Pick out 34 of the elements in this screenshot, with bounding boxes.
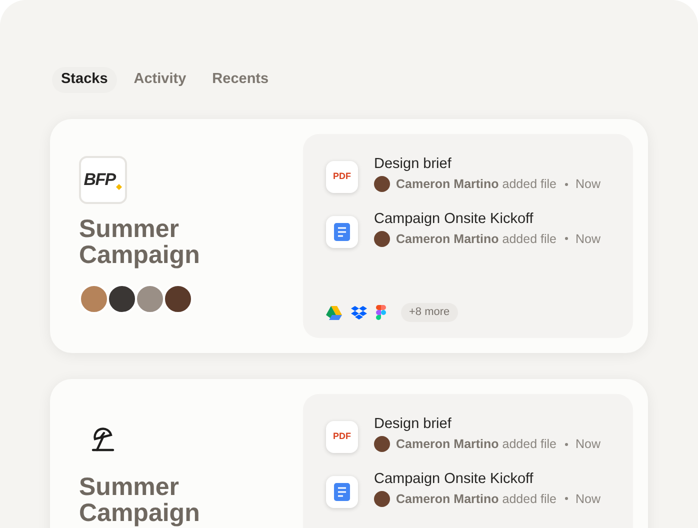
avatar <box>374 230 390 247</box>
file-name: Design brief <box>374 154 452 173</box>
more-badge[interactable]: +8 more <box>401 303 458 322</box>
activity-text: Cameron Martino added file <box>396 490 556 508</box>
figma-icon <box>376 305 386 320</box>
file-name: Design brief <box>374 414 452 433</box>
tab[interactable]: Stacks <box>52 67 117 93</box>
time-text: Now <box>576 436 601 453</box>
activity-text: Cameron Martino added file <box>396 230 556 248</box>
document-icon <box>334 222 350 240</box>
avatar <box>374 176 390 192</box>
activity-text: Cameron Martino added file <box>396 176 556 193</box>
tab[interactable]: Activity <box>124 67 196 93</box>
pdf-label: PDF <box>333 430 351 443</box>
time-text: Now <box>576 490 601 508</box>
stack-title: Summer Campaign <box>79 474 201 526</box>
time-text: Now <box>576 230 601 248</box>
file-name: Campaign Onsite Kickoff <box>374 210 534 228</box>
activity-text: Cameron Martino added file <box>396 436 556 453</box>
logo-text: BFP <box>84 171 116 188</box>
time-text: Now <box>576 176 601 193</box>
avatar <box>374 490 390 507</box>
document-icon <box>334 482 350 500</box>
file-name: Campaign Onsite Kickoff <box>374 470 534 488</box>
dropbox-icon <box>351 306 367 320</box>
stack-card[interactable]: Summer Campaign PDF Design brief Cameron Martino added file Now Campaign Onsite Kickoff Cameron Martino added file Now <box>50 378 648 528</box>
umbrella-icon <box>90 426 116 453</box>
tab[interactable]: Recents <box>203 67 278 93</box>
diamond-icon <box>116 184 122 190</box>
avatar <box>374 436 390 452</box>
pdf-label: PDF <box>333 170 351 183</box>
drive-icon <box>326 306 342 320</box>
stack-card[interactable]: BFP Summer Campaign PDF Design brief Cameron Martino added file Now Campaign Onsite Kickoff Cameron Martino added file Now +8 more <box>50 118 648 353</box>
stack-title: Summer Campaign <box>79 216 201 268</box>
